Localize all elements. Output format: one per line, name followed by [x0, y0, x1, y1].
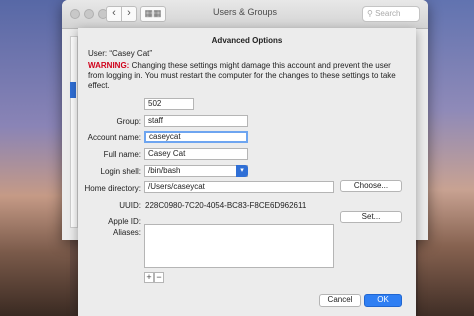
full-name-label: Full name:	[103, 150, 141, 159]
full-name-field[interactable]: Casey Cat	[144, 148, 248, 160]
aliases-list[interactable]	[144, 224, 334, 268]
login-shell-select[interactable]: /bin/bash ▾	[144, 165, 248, 177]
uuid-label: UUID:	[119, 201, 141, 210]
account-name-label: Account name:	[87, 133, 141, 142]
ok-button[interactable]: OK	[364, 294, 402, 307]
user-line: User: “Casey Cat”	[88, 49, 152, 58]
users-list-sidebar[interactable]	[70, 36, 78, 228]
search-placeholder: Search	[375, 9, 401, 18]
aliases-label: Aliases:	[112, 228, 141, 237]
user-id-field[interactable]: 502	[144, 98, 194, 110]
apple-id-label: Apple ID:	[108, 217, 141, 226]
login-shell-label: Login shell:	[100, 167, 141, 176]
cancel-button[interactable]: Cancel	[319, 294, 361, 307]
sheet-title: Advanced Options	[211, 36, 283, 45]
uuid-value: 228C0980-7C20-4054-BC83-F8CE6D962611	[145, 201, 307, 210]
home-directory-field[interactable]: /Users/caseycat	[144, 181, 334, 193]
advanced-options-sheet: Advanced Options User: “Casey Cat” WARNI…	[78, 28, 416, 316]
add-alias-button[interactable]: +	[144, 272, 154, 283]
group-label: Group:	[116, 117, 141, 126]
selected-user-row[interactable]	[70, 82, 76, 98]
warning-text: Changing these settings might damage thi…	[88, 61, 396, 90]
desktop-wallpaper-left	[0, 0, 70, 316]
chevron-down-icon: ▾	[236, 165, 248, 177]
window-titlebar: ‹ › ▦▦ Users & Groups ⚲ Search	[62, 0, 428, 29]
search-icon: ⚲	[367, 9, 373, 18]
warning-label: WARNING:	[88, 61, 130, 70]
remove-alias-button[interactable]: −	[154, 272, 164, 283]
user-label: User:	[88, 49, 108, 58]
login-shell-value: /bin/bash	[148, 166, 181, 175]
choose-button[interactable]: Choose...	[340, 180, 402, 192]
warning-message: WARNING: Changing these settings might d…	[88, 61, 408, 91]
group-field[interactable]: staff	[144, 115, 248, 127]
set-apple-id-button[interactable]: Set...	[340, 211, 402, 223]
account-name-field[interactable]: caseycat	[144, 131, 248, 143]
user-value: “Casey Cat”	[109, 49, 153, 58]
search-field[interactable]: ⚲ Search	[362, 6, 420, 22]
home-directory-label: Home directory:	[84, 184, 141, 193]
